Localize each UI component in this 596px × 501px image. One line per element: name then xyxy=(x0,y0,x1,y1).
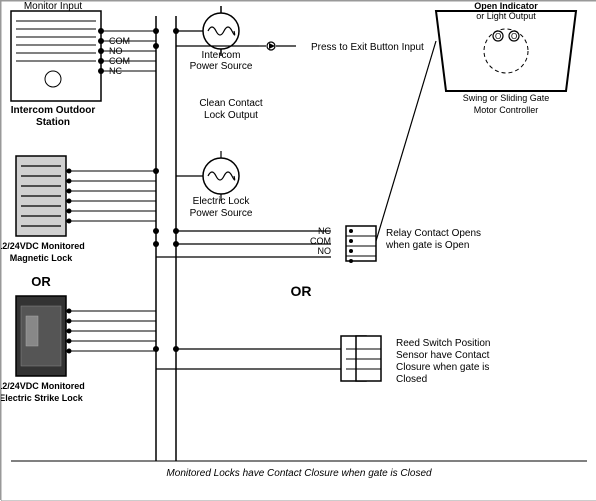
svg-text:Magnetic Lock: Magnetic Lock xyxy=(10,253,74,263)
svg-text:or Light Output: or Light Output xyxy=(476,11,536,21)
wiring-diagram: Monitor Input COM NO COM NC Intercom Out… xyxy=(0,0,596,500)
svg-text:OR: OR xyxy=(291,283,312,299)
svg-text:OR: OR xyxy=(31,274,51,289)
svg-text:Electric Strike Lock: Electric Strike Lock xyxy=(1,393,84,403)
svg-text:12/24VDC Monitored: 12/24VDC Monitored xyxy=(1,381,85,391)
svg-text:Clean Contact: Clean Contact xyxy=(199,98,263,109)
svg-text:Lock Output: Lock Output xyxy=(204,110,258,121)
svg-text:O: O xyxy=(511,32,517,41)
svg-text:Motor Controller: Motor Controller xyxy=(474,105,539,115)
svg-text:Power Source: Power Source xyxy=(190,208,253,219)
svg-text:Closure when gate is: Closure when gate is xyxy=(396,362,489,373)
svg-text:Sensor have Contact: Sensor have Contact xyxy=(396,350,490,361)
svg-text:12/24VDC Monitored: 12/24VDC Monitored xyxy=(1,241,85,251)
svg-text:NO: NO xyxy=(318,246,332,256)
svg-text:Closed: Closed xyxy=(396,374,427,385)
svg-text:Power Source: Power Source xyxy=(190,61,253,72)
svg-text:Monitor Input: Monitor Input xyxy=(24,1,83,12)
svg-text:Relay Contact Opens: Relay Contact Opens xyxy=(386,228,481,239)
svg-text:when gate is Open: when gate is Open xyxy=(385,240,469,251)
svg-text:Reed Switch Position: Reed Switch Position xyxy=(396,338,491,349)
svg-text:Station: Station xyxy=(36,117,70,128)
svg-text:Monitored Locks have Contact C: Monitored Locks have Contact Closure whe… xyxy=(166,468,432,479)
svg-text:O: O xyxy=(495,32,501,41)
svg-text:Swing or Sliding Gate: Swing or Sliding Gate xyxy=(463,93,550,103)
svg-text:Intercom Outdoor: Intercom Outdoor xyxy=(11,105,96,116)
svg-text:Open Indicator: Open Indicator xyxy=(474,1,538,11)
svg-text:Press to Exit Button Input: Press to Exit Button Input xyxy=(311,42,424,53)
